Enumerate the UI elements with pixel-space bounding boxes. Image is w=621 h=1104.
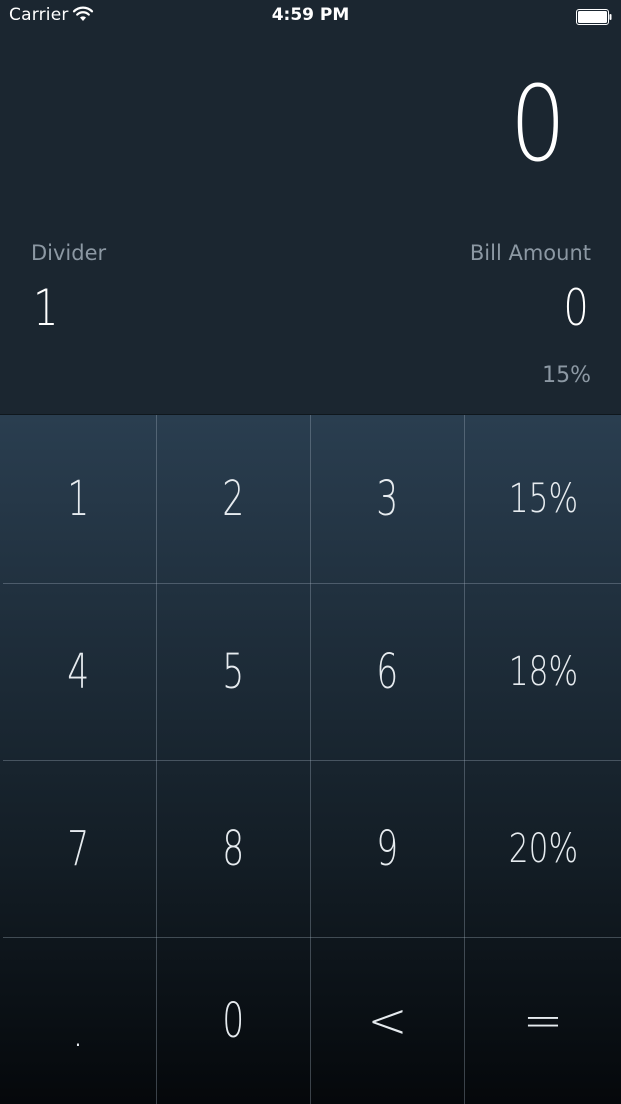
key-8-label: 8 xyxy=(222,821,245,877)
tip-percent-indicator: 15% xyxy=(542,363,591,388)
divider-value[interactable]: 1 xyxy=(33,283,58,333)
bill-amount-label: Bill Amount xyxy=(469,241,591,265)
battery-icon xyxy=(576,9,612,25)
divider-label: Divider xyxy=(31,241,107,265)
decimal-key-label: . xyxy=(71,1010,85,1056)
key-5-label: 5 xyxy=(222,644,245,700)
tip-20-button[interactable]: 20% xyxy=(465,761,621,937)
key-2-label: 2 xyxy=(222,471,245,527)
equals-key[interactable]: = xyxy=(465,938,621,1104)
tip-18-button[interactable]: 18% xyxy=(465,584,621,760)
key-3[interactable]: 3 xyxy=(311,415,464,583)
equals-key-label: = xyxy=(522,993,564,1049)
key-6[interactable]: 6 xyxy=(311,584,464,760)
tip-15-button[interactable]: 15% xyxy=(465,415,621,583)
key-1[interactable]: 1 xyxy=(0,415,156,583)
result-display: 0 xyxy=(509,63,566,185)
key-7[interactable]: 7 xyxy=(0,761,156,937)
key-5[interactable]: 5 xyxy=(157,584,310,760)
tip-calculator-screen: 0 Divider Bill Amount 1 0 15% Carrier 4:… xyxy=(0,0,621,1104)
key-6-label: 6 xyxy=(376,644,399,700)
tip-15-label: 15% xyxy=(508,476,578,522)
backspace-key[interactable]: < xyxy=(311,938,464,1104)
backspace-key-label: < xyxy=(367,993,408,1049)
key-0[interactable]: 0 xyxy=(157,938,310,1104)
keypad: 1 2 3 15% 4 5 6 18% 7 8 9 20% . 0 < = xyxy=(0,415,621,1104)
key-4[interactable]: 4 xyxy=(0,584,156,760)
key-8[interactable]: 8 xyxy=(157,761,310,937)
display-panel: 0 Divider Bill Amount 1 0 15% xyxy=(0,0,621,415)
key-2[interactable]: 2 xyxy=(157,415,310,583)
key-7-label: 7 xyxy=(66,821,89,877)
key-4-label: 4 xyxy=(66,644,89,700)
status-time: 4:59 PM xyxy=(271,5,350,25)
tip-18-label: 18% xyxy=(508,649,578,695)
key-1-label: 1 xyxy=(66,471,89,527)
bill-amount-value[interactable]: 0 xyxy=(564,283,589,333)
key-9-label: 9 xyxy=(376,821,399,877)
status-bar: Carrier 4:59 PM xyxy=(0,0,621,32)
key-9[interactable]: 9 xyxy=(311,761,464,937)
key-3-label: 3 xyxy=(376,471,399,527)
tip-20-label: 20% xyxy=(508,826,578,872)
key-0-label: 0 xyxy=(222,993,245,1049)
decimal-key[interactable]: . xyxy=(0,938,156,1104)
